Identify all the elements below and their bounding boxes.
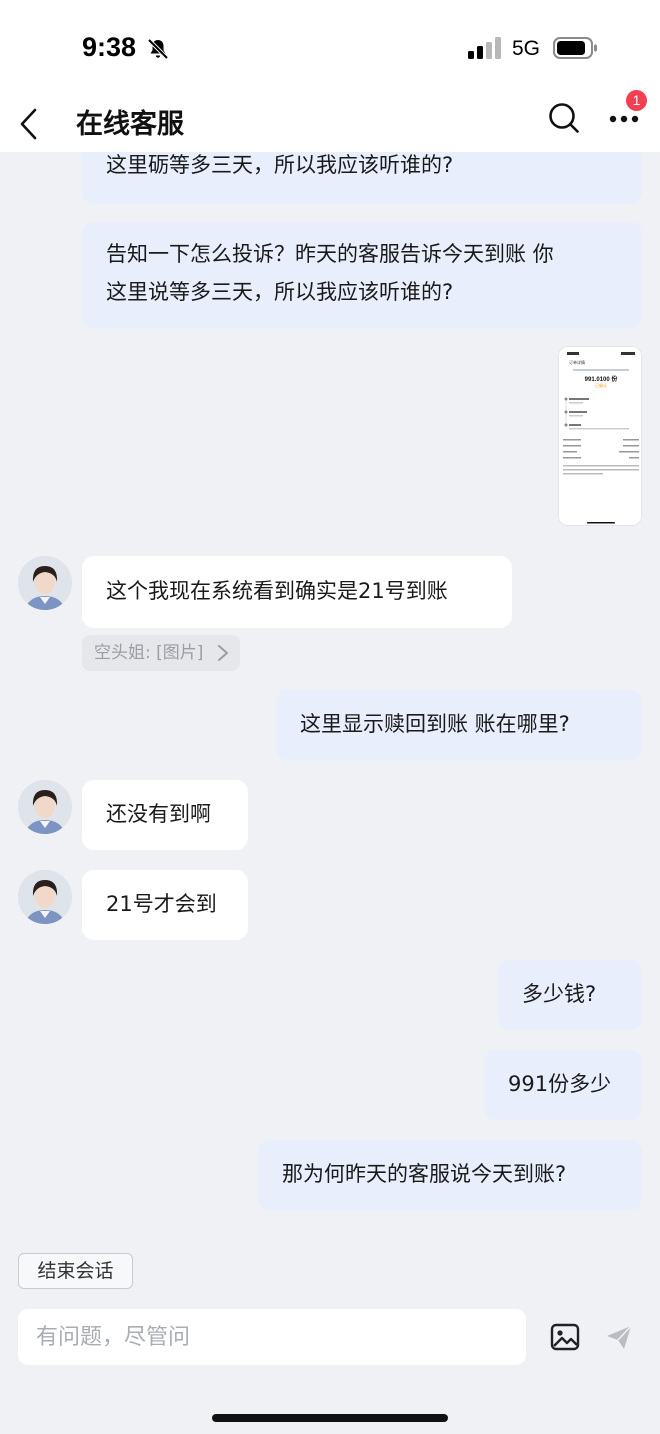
svg-text:订单详情: 订单详情: [569, 359, 585, 365]
agent-message: 21号才会到: [82, 870, 248, 940]
message-text: 这个我现在系统看到确实是21号到账: [106, 579, 448, 603]
message-text: 这里显示赎回到账 账在哪里?: [300, 712, 570, 736]
user-message: 告知一下怎么投诉？昨天的客服告诉今天到账 你 这里说等多三天，所以我应该听谁的?: [82, 222, 642, 328]
back-icon[interactable]: [18, 104, 40, 144]
agent-avatar: [18, 556, 72, 610]
search-icon[interactable]: [548, 102, 580, 134]
message-text: 这里砺等多三天，所以我应该听谁的?: [106, 153, 454, 177]
user-message: 这里显示赎回到账 账在哪里?: [276, 690, 642, 760]
agent-avatar-image: [18, 780, 72, 834]
quote-text: 空头姐: [图片]: [94, 643, 204, 663]
notification-badge: 1: [626, 90, 647, 111]
quote-chip[interactable]: 空头姐: [图片]: [82, 635, 240, 671]
message-text-line: 这里说等多三天，所以我应该听谁的?: [106, 280, 454, 304]
signal-icon: [468, 37, 501, 59]
status-time: 9:38: [82, 32, 137, 62]
home-indicator: [212, 1414, 448, 1422]
message-text: 21号才会到: [106, 892, 217, 916]
agent-message: 还没有到啊: [82, 780, 248, 850]
chat-area[interactable]: 这里砺等多三天，所以我应该听谁的? 告知一下怎么投诉？昨天的客服告诉今天到账 你…: [0, 152, 660, 1242]
end-chat-button[interactable]: 结束会话: [18, 1253, 133, 1289]
battery-icon: [553, 37, 597, 59]
message-text-line: 告知一下怎么投诉？昨天的客服告诉今天到账 你: [106, 242, 554, 266]
agent-avatar: [18, 870, 72, 924]
agent-avatar-image: [18, 870, 72, 924]
user-message: 这里砺等多三天，所以我应该听谁的?: [82, 152, 642, 204]
agent-avatar: [18, 780, 72, 834]
user-message: 991份多少: [484, 1050, 642, 1120]
page-title: 在线客服: [76, 109, 184, 140]
message-text: 那为何昨天的客服说今天到账?: [282, 1162, 567, 1186]
image-upload-icon[interactable]: [550, 1322, 580, 1352]
user-message: 多少钱?: [498, 960, 642, 1030]
image-message[interactable]: 订单详情 991.0100 份 已确认: [558, 346, 642, 526]
message-input[interactable]: [18, 1309, 526, 1365]
status-bar: 9:38 5G: [0, 0, 660, 96]
message-text: 多少钱?: [522, 982, 597, 1006]
send-icon[interactable]: [604, 1322, 634, 1352]
agent-message: 这个我现在系统看到确实是21号到账: [82, 556, 512, 628]
message-text: 还没有到啊: [106, 802, 211, 826]
chevron-right-icon: [218, 645, 228, 661]
user-message: 那为何昨天的客服说今天到账?: [258, 1140, 642, 1210]
svg-text:991.0100 份: 991.0100 份: [585, 375, 619, 383]
header: 在线客服 1: [0, 90, 660, 152]
message-text: 991份多少: [508, 1072, 612, 1096]
network-label: 5G: [512, 37, 541, 60]
more-icon[interactable]: [608, 114, 640, 124]
agent-avatar-image: [18, 556, 72, 610]
screenshot-thumbnail: 订单详情 991.0100 份 已确认: [559, 347, 641, 525]
bell-muted-icon: [147, 38, 169, 60]
svg-text:已确认: 已确认: [595, 382, 607, 388]
